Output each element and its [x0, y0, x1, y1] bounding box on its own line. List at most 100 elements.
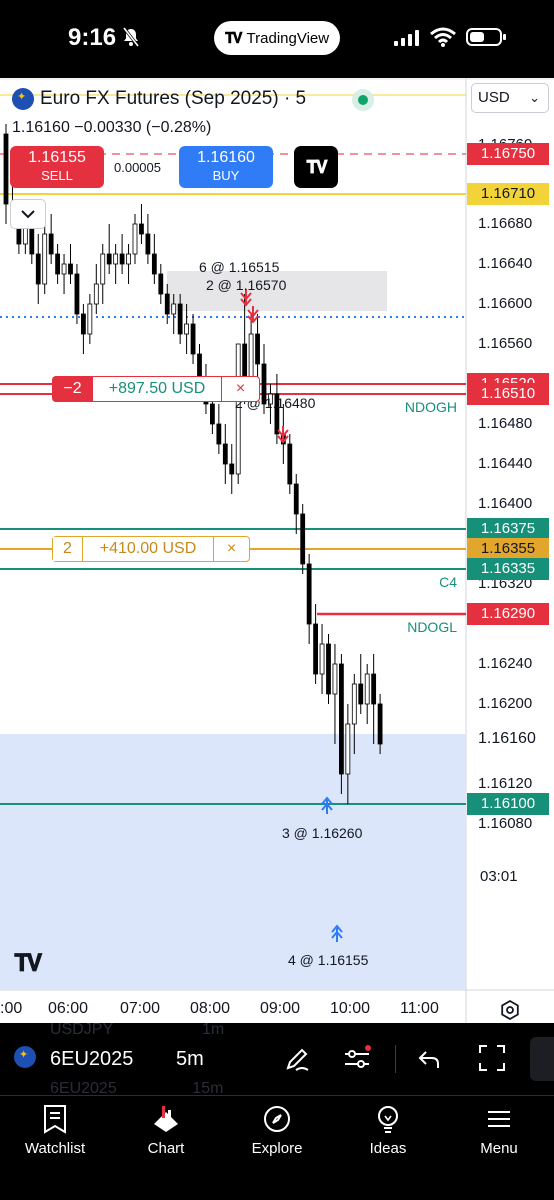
- buy-price: 1.16160: [197, 149, 255, 166]
- candle-body: [126, 253, 131, 265]
- interval-selector[interactable]: 5m: [176, 1048, 204, 1071]
- time-axis-label: 11:00: [400, 1000, 439, 1017]
- tradingview-broker-icon[interactable]: 𝐓𝐕: [294, 146, 338, 188]
- candle-body: [48, 233, 54, 255]
- price-axis-label: 1.16560: [478, 335, 533, 352]
- buy-button[interactable]: 1.16160 BUY: [179, 146, 273, 188]
- tab-chart[interactable]: Chart: [111, 1104, 221, 1157]
- time-axis-label: :00: [0, 1000, 23, 1017]
- app-pill[interactable]: 𝐓𝐕 TradingView: [214, 21, 340, 55]
- eu-flag-icon: [14, 1046, 36, 1068]
- candle-body: [177, 303, 183, 335]
- currency-select[interactable]: USD ⌄: [471, 83, 549, 113]
- undo-icon[interactable]: [416, 1044, 444, 1074]
- time-axis-label: 10:00: [330, 1000, 371, 1017]
- candle-body: [61, 263, 67, 275]
- app-pill-label: TradingView: [246, 29, 330, 47]
- candle-body: [293, 483, 299, 515]
- time-axis-label: 06:00: [48, 1000, 89, 1017]
- symbol-selector[interactable]: 6EU2025: [50, 1048, 133, 1071]
- position-line-box[interactable]: −2 +897.50 USD ×: [52, 376, 260, 402]
- toolbar-divider: [395, 1045, 396, 1073]
- tab-ideas-label: Ideas: [369, 1140, 407, 1157]
- bar-countdown: 03:01: [480, 868, 518, 885]
- bell-muted-icon: [122, 27, 140, 47]
- candle-body: [3, 133, 9, 205]
- candle-body: [358, 683, 364, 705]
- price-summary: 1.16160 −0.00330 (−0.28%): [12, 119, 211, 137]
- candle-body: [35, 253, 41, 285]
- currency-value: USD: [478, 89, 510, 106]
- candle-body: [229, 463, 235, 475]
- chevron-down-icon: [21, 209, 35, 218]
- price-axis-label: 1.16120: [478, 775, 533, 792]
- price-axis-label: 1.16080: [478, 815, 533, 832]
- eu-flag-icon: [12, 88, 34, 110]
- tab-explore-label: Explore: [251, 1140, 303, 1157]
- position-quantity: 2: [53, 537, 83, 561]
- chart-icon: [154, 1106, 178, 1132]
- sell-button[interactable]: 1.16155 SELL: [10, 146, 104, 188]
- fullscreen-icon[interactable]: [478, 1044, 506, 1072]
- tab-explore[interactable]: Explore: [222, 1104, 332, 1157]
- symbol-title-text: Euro FX Futures (Sep 2025) · 5: [40, 88, 307, 109]
- sell-label: SELL: [41, 168, 73, 183]
- candle-body: [158, 273, 164, 295]
- chart-area[interactable]: Euro FX Futures (Sep 2025) · 5 1.16160 −…: [0, 78, 554, 1023]
- position-line-box[interactable]: 2 +410.00 USD ×: [52, 536, 250, 562]
- tab-ideas[interactable]: Ideas: [333, 1104, 443, 1157]
- chart-settings-icon[interactable]: [498, 998, 522, 1022]
- compass-icon: [264, 1106, 290, 1132]
- candle-body: [300, 513, 306, 565]
- clock: 9:16: [68, 24, 117, 51]
- candle-body: [332, 663, 338, 695]
- candle-body: [313, 623, 319, 675]
- sell-price: 1.16155: [28, 149, 86, 166]
- level-price-tag: 1.16100: [467, 793, 549, 815]
- close-position-button[interactable]: ×: [213, 537, 249, 561]
- level-price-tag: 1.16375: [467, 518, 549, 540]
- candle-body: [119, 253, 125, 265]
- wifi-icon: [430, 27, 456, 47]
- market-open-icon: [352, 89, 374, 111]
- collapse-legend-button[interactable]: [10, 199, 46, 229]
- candle-body: [222, 443, 228, 465]
- candle-body: [371, 673, 377, 705]
- chevron-down-icon: ⌄: [529, 90, 540, 105]
- side-panel-handle[interactable]: [530, 1037, 554, 1081]
- indicators-icon[interactable]: [342, 1044, 372, 1074]
- drawing-pen-icon[interactable]: [282, 1044, 312, 1074]
- candle-body: [42, 233, 48, 285]
- price-axis-label: 1.16680: [478, 215, 533, 232]
- level-text-label: NDOGL: [407, 619, 457, 635]
- close-position-button[interactable]: ×: [221, 377, 259, 401]
- fill-annotation: 4 @ 1.16155: [288, 952, 369, 968]
- price-axis-label: 1.16600: [478, 295, 533, 312]
- candle-body: [319, 643, 325, 675]
- tradingview-watermark-icon: 𝐓𝐕: [14, 950, 42, 977]
- bottom-tab-bar[interactable]: Watchlist Chart Explore Ideas Menu: [0, 1095, 554, 1200]
- tab-watchlist[interactable]: Watchlist: [0, 1104, 110, 1157]
- tab-menu[interactable]: Menu: [444, 1104, 554, 1157]
- price-axis-label: 1.16640: [478, 255, 533, 272]
- tab-chart-label: Chart: [147, 1140, 185, 1157]
- candle-body: [338, 663, 344, 775]
- candle-body: [190, 323, 196, 355]
- candle-body: [255, 333, 260, 365]
- candle-body: [209, 403, 215, 425]
- bookmark-icon: [44, 1105, 66, 1134]
- candle-body: [151, 253, 157, 275]
- price-axis-label: 1.16440: [478, 455, 533, 472]
- level-price-tag: 1.16510: [467, 383, 549, 405]
- candle-body: [351, 683, 357, 725]
- symbol-toolbar[interactable]: USDJPY 1m 6EU2025 15m 6EU2025 5m: [0, 1021, 554, 1097]
- price-axis-label: 1.16200: [478, 695, 533, 712]
- candle-body: [171, 303, 177, 315]
- candle-body: [287, 443, 293, 485]
- symbol-title[interactable]: Euro FX Futures (Sep 2025) · 5: [12, 88, 306, 110]
- candle-body: [106, 253, 112, 265]
- buy-label: BUY: [212, 168, 240, 183]
- level-price-tag: 1.16335: [467, 558, 549, 580]
- candle-body: [100, 253, 106, 285]
- tab-menu-label: Menu: [480, 1140, 518, 1157]
